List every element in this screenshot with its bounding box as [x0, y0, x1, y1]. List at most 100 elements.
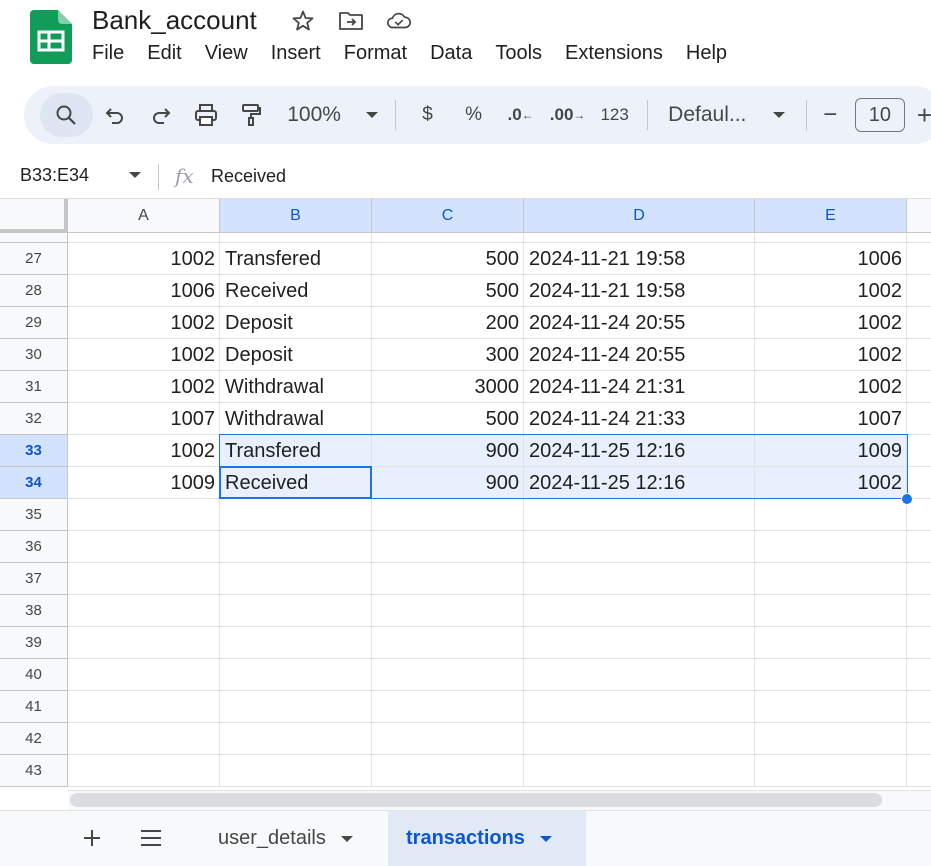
cell-a27[interactable]: 1002 — [68, 243, 220, 275]
cell-a36[interactable] — [68, 531, 220, 563]
cell-d31[interactable]: 2024-11-24 21:31 — [524, 371, 755, 403]
select-all-corner[interactable] — [0, 199, 68, 233]
cell-d34[interactable]: 2024-11-25 12:16 — [524, 467, 755, 499]
row-header[interactable]: 30 — [0, 339, 68, 371]
cell-b38[interactable] — [220, 595, 372, 627]
cell-a41[interactable] — [68, 691, 220, 723]
currency-format-button[interactable]: $ — [406, 95, 449, 135]
cell-b33[interactable]: Transfered — [220, 435, 372, 467]
column-header-f[interactable] — [907, 199, 931, 233]
cell-b27[interactable]: Transfered — [220, 243, 372, 275]
redo-button[interactable] — [138, 95, 183, 135]
cell-a29[interactable]: 1002 — [68, 307, 220, 339]
cell-c35[interactable] — [372, 499, 524, 531]
cell-a34[interactable]: 1009 — [68, 467, 220, 499]
cell-d37[interactable] — [524, 563, 755, 595]
cell-b37[interactable] — [220, 563, 372, 595]
cell-f31[interactable] — [907, 371, 931, 403]
menu-data[interactable]: Data — [430, 42, 472, 65]
menu-extensions[interactable]: Extensions — [565, 42, 663, 65]
cell-f27[interactable] — [907, 243, 931, 275]
cell-e37[interactable] — [755, 563, 907, 595]
star-icon[interactable] — [290, 8, 316, 34]
cell-c42[interactable] — [372, 723, 524, 755]
row-header[interactable]: 39 — [0, 627, 68, 659]
horizontal-scrollbar[interactable] — [70, 793, 882, 807]
undo-button[interactable] — [93, 95, 138, 135]
menu-format[interactable]: Format — [344, 42, 407, 65]
increase-decimal-button[interactable]: .00 → — [543, 95, 592, 135]
cell-d27[interactable]: 2024-11-21 19:58 — [524, 243, 755, 275]
font-select[interactable]: Defaul... — [658, 95, 786, 135]
font-size-field[interactable]: 10 — [854, 95, 905, 135]
cell-c27[interactable]: 500 — [372, 243, 524, 275]
cell-b35[interactable] — [220, 499, 372, 531]
cell-e29[interactable]: 1002 — [755, 307, 907, 339]
tab-user-details[interactable]: user_details — [200, 811, 372, 866]
zoom-select[interactable]: 100% — [273, 95, 385, 135]
cell-c38[interactable] — [372, 595, 524, 627]
row-header[interactable]: 31 — [0, 371, 68, 403]
column-header-d[interactable]: D — [524, 199, 755, 233]
cell-a31[interactable]: 1002 — [68, 371, 220, 403]
cell-c40[interactable] — [372, 659, 524, 691]
cell-e42[interactable] — [755, 723, 907, 755]
cell-b36[interactable] — [220, 531, 372, 563]
tab-transactions[interactable]: transactions — [388, 811, 586, 866]
cell-e41[interactable] — [755, 691, 907, 723]
cell-d43[interactable] — [524, 755, 755, 787]
cell-e27[interactable]: 1006 — [755, 243, 907, 275]
paint-format-button[interactable] — [228, 95, 273, 135]
cell-f32[interactable] — [907, 403, 931, 435]
cell-a35[interactable] — [68, 499, 220, 531]
cell-c41[interactable] — [372, 691, 524, 723]
cell-d30[interactable]: 2024-11-24 20:55 — [524, 339, 755, 371]
cell-d28[interactable]: 2024-11-21 19:58 — [524, 275, 755, 307]
row-header[interactable]: 33 — [0, 435, 68, 467]
cell-b40[interactable] — [220, 659, 372, 691]
cell-d42[interactable] — [524, 723, 755, 755]
cell-d41[interactable] — [524, 691, 755, 723]
cell-c30[interactable]: 300 — [372, 339, 524, 371]
cell-c34[interactable]: 900 — [372, 467, 524, 499]
cell-f37[interactable] — [907, 563, 931, 595]
cell-f36[interactable] — [907, 531, 931, 563]
cell-b29[interactable]: Deposit — [220, 307, 372, 339]
cell-e28[interactable]: 1002 — [755, 275, 907, 307]
cell-b41[interactable] — [220, 691, 372, 723]
add-sheet-icon[interactable] — [80, 826, 104, 850]
cell-d36[interactable] — [524, 531, 755, 563]
cell-e33[interactable]: 1009 — [755, 435, 907, 467]
cell-d39[interactable] — [524, 627, 755, 659]
cell-e39[interactable] — [755, 627, 907, 659]
cell-d33[interactable]: 2024-11-25 12:16 — [524, 435, 755, 467]
cell-e34[interactable]: 1002 — [755, 467, 907, 499]
document-title[interactable]: Bank_account — [92, 5, 257, 36]
cell-f41[interactable] — [907, 691, 931, 723]
cell-e35[interactable] — [755, 499, 907, 531]
row-header[interactable]: 38 — [0, 595, 68, 627]
row-header[interactable]: 35 — [0, 499, 68, 531]
cell-b32[interactable]: Withdrawal — [220, 403, 372, 435]
menu-help[interactable]: Help — [686, 42, 727, 65]
menu-tools[interactable]: Tools — [495, 42, 542, 65]
cell-f40[interactable] — [907, 659, 931, 691]
row-header[interactable]: 41 — [0, 691, 68, 723]
row-header[interactable]: 42 — [0, 723, 68, 755]
cell-e31[interactable]: 1002 — [755, 371, 907, 403]
cell-a42[interactable] — [68, 723, 220, 755]
search-menus-button[interactable] — [40, 93, 93, 137]
percent-format-button[interactable]: % — [449, 95, 498, 135]
cell-f42[interactable] — [907, 723, 931, 755]
cell-a39[interactable] — [68, 627, 220, 659]
cell-e36[interactable] — [755, 531, 907, 563]
all-sheets-menu-icon[interactable] — [139, 828, 163, 848]
row-header[interactable]: 37 — [0, 563, 68, 595]
sheets-logo-icon[interactable] — [30, 10, 72, 64]
row-header[interactable]: 28 — [0, 275, 68, 307]
cell-f28[interactable] — [907, 275, 931, 307]
cell-f30[interactable] — [907, 339, 931, 371]
cell-a32[interactable]: 1007 — [68, 403, 220, 435]
column-header-a[interactable]: A — [68, 199, 220, 233]
menu-edit[interactable]: Edit — [147, 42, 181, 65]
